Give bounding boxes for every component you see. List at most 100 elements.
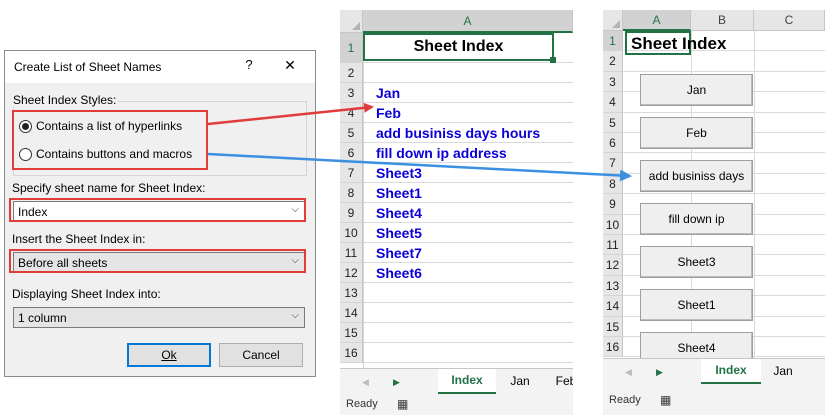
row-header[interactable]: 8 xyxy=(603,173,623,195)
sheet-hyperlink[interactable]: Sheet3 xyxy=(376,165,422,181)
sheet-hyperlink[interactable]: Sheet6 xyxy=(376,265,422,281)
macro-button[interactable]: Sheet1 xyxy=(640,289,753,321)
macro-button[interactable]: add businiss days xyxy=(640,160,753,192)
macro-button[interactable]: Jan xyxy=(640,74,753,106)
cancel-button[interactable]: Cancel xyxy=(219,343,303,367)
row-header[interactable]: 5 xyxy=(603,112,623,133)
tab-jan[interactable]: Jan xyxy=(500,369,540,395)
tab-nav-right-icon[interactable]: ▶ xyxy=(393,377,400,388)
dialog-title: Create List of Sheet Names xyxy=(14,60,162,74)
radio-buttons-macros[interactable]: Contains buttons and macros xyxy=(19,145,192,163)
sheet-hyperlink[interactable]: Sheet1 xyxy=(376,185,422,201)
display-into-label: Displaying Sheet Index into: xyxy=(12,287,161,301)
create-sheet-list-dialog: Create List of Sheet Names ? ✕ Sheet Ind… xyxy=(4,50,316,377)
tab-index[interactable]: Index xyxy=(701,359,761,385)
macro-record-icon[interactable]: ▦ xyxy=(660,393,671,407)
row-header[interactable]: 10 xyxy=(603,214,623,235)
close-button[interactable]: ✕ xyxy=(281,57,299,75)
row-header[interactable]: 7 xyxy=(340,163,363,183)
row-header[interactable]: 13 xyxy=(603,275,623,297)
select-all-corner[interactable] xyxy=(340,10,363,33)
row-header[interactable]: 11 xyxy=(603,235,623,256)
macro-button[interactable]: fill down ip xyxy=(640,203,753,235)
sheet-hyperlink[interactable]: Sheet7 xyxy=(376,245,422,261)
tab-feb[interactable]: Feb xyxy=(546,369,573,395)
sheet-tabs-bar: ◀ ▶ Index Jan Feb xyxy=(340,368,573,395)
sheet-name-input[interactable]: Index ⌵ xyxy=(13,201,305,222)
dialog-titlebar: Create List of Sheet Names ? ✕ xyxy=(5,51,315,83)
row-header[interactable]: 9 xyxy=(603,194,623,215)
sheet-index-styles-group xyxy=(13,101,307,176)
status-bar: Ready ▦ xyxy=(603,384,825,415)
spreadsheet-buttons: A B C 1 2 3 4 5 6 7 8 9 10 11 12 13 14 15 16 Sheet Inde… xyxy=(603,10,825,415)
cancel-button-label: Cancel xyxy=(242,348,280,362)
row-header[interactable]: 2 xyxy=(340,63,363,83)
row-header[interactable]: 6 xyxy=(603,133,623,154)
column-header-b[interactable]: B xyxy=(691,10,754,31)
tab-index[interactable]: Index xyxy=(438,369,496,395)
macro-button[interactable]: Feb xyxy=(640,117,753,149)
row-header[interactable]: 4 xyxy=(603,92,623,113)
sheet-hyperlink[interactable]: Sheet5 xyxy=(376,225,422,241)
sheet-hyperlink[interactable]: Jan xyxy=(376,85,400,101)
sheet-index-title: Sheet Index xyxy=(631,34,727,53)
row-header[interactable]: 10 xyxy=(340,223,363,243)
radio-hyperlinks-indicator[interactable] xyxy=(19,119,32,133)
select-all-corner[interactable] xyxy=(603,10,623,31)
tab-nav-left-icon[interactable]: ◀ xyxy=(362,377,369,388)
row-header[interactable]: 3 xyxy=(603,71,623,93)
row-header[interactable]: 11 xyxy=(340,243,363,263)
row-header[interactable]: 16 xyxy=(603,337,623,358)
row-header[interactable]: 1 xyxy=(603,31,623,52)
row-header[interactable]: 14 xyxy=(340,303,363,323)
help-button[interactable]: ? xyxy=(241,57,257,75)
row-header[interactable]: 3 xyxy=(340,83,363,103)
spreadsheet-hyperlinks: A 1 2 3 4 5 6 7 8 9 10 11 12 13 14 15 16 Sheet Index Ja… xyxy=(340,10,573,415)
row-header[interactable]: 12 xyxy=(603,255,623,276)
sheet-index-title: Sheet Index xyxy=(413,38,504,55)
fill-handle[interactable] xyxy=(550,57,556,63)
ok-button-label: Ok xyxy=(161,348,177,362)
row-header[interactable]: 15 xyxy=(340,323,363,343)
sheet-hyperlink[interactable]: add businiss days hours xyxy=(376,125,540,141)
radio-buttons-label: Contains buttons and macros xyxy=(36,147,193,161)
status-bar: Ready ▦ xyxy=(340,394,573,415)
column-header-a[interactable]: A xyxy=(363,10,573,33)
status-ready: Ready xyxy=(609,394,641,406)
tab-nav-right-icon[interactable]: ▶ xyxy=(656,367,663,378)
row-header[interactable]: 15 xyxy=(603,316,623,337)
column-header-a[interactable]: A xyxy=(623,10,691,31)
row-header[interactable]: 2 xyxy=(603,51,623,72)
row-header[interactable]: 4 xyxy=(340,103,363,123)
sheet-name-label: Specify sheet name for Sheet Index: xyxy=(12,181,206,195)
chevron-down-icon[interactable]: ⌵ xyxy=(291,255,299,266)
radio-hyperlinks[interactable]: Contains a list of hyperlinks xyxy=(19,117,182,135)
row-header[interactable]: 1 xyxy=(340,33,363,63)
sheet-hyperlink[interactable]: Feb xyxy=(376,105,401,121)
status-ready: Ready xyxy=(346,398,378,410)
row-header[interactable]: 16 xyxy=(340,343,363,363)
tab-jan[interactable]: Jan xyxy=(765,359,801,385)
insert-index-select[interactable]: Before all sheets ⌵ xyxy=(13,252,305,273)
row-header[interactable]: 5 xyxy=(340,123,363,143)
sheet-hyperlink[interactable]: Sheet4 xyxy=(376,205,422,221)
row-header[interactable]: 14 xyxy=(603,296,623,317)
radio-hyperlinks-label: Contains a list of hyperlinks xyxy=(36,119,183,133)
chevron-down-icon[interactable]: ⌵ xyxy=(291,204,299,215)
chevron-down-icon[interactable]: ⌵ xyxy=(291,310,299,321)
row-header[interactable]: 8 xyxy=(340,183,363,203)
row-header[interactable]: 13 xyxy=(340,283,363,303)
radio-buttons-indicator[interactable] xyxy=(19,147,32,161)
tab-nav-left-icon[interactable]: ◀ xyxy=(625,367,632,378)
column-header-c[interactable]: C xyxy=(754,10,825,31)
display-into-select[interactable]: 1 column ⌵ xyxy=(13,307,305,328)
macro-record-icon[interactable]: ▦ xyxy=(397,397,408,411)
sheet-hyperlink[interactable]: fill down ip address xyxy=(376,145,507,161)
ok-button[interactable]: Ok xyxy=(127,343,211,367)
row-header[interactable]: 7 xyxy=(603,153,623,174)
row-header[interactable]: 12 xyxy=(340,263,363,283)
macro-button[interactable]: Sheet3 xyxy=(640,246,753,278)
row-header[interactable]: 9 xyxy=(340,203,363,223)
row-header[interactable]: 6 xyxy=(340,143,363,163)
sheet-name-value: Index xyxy=(18,205,48,219)
